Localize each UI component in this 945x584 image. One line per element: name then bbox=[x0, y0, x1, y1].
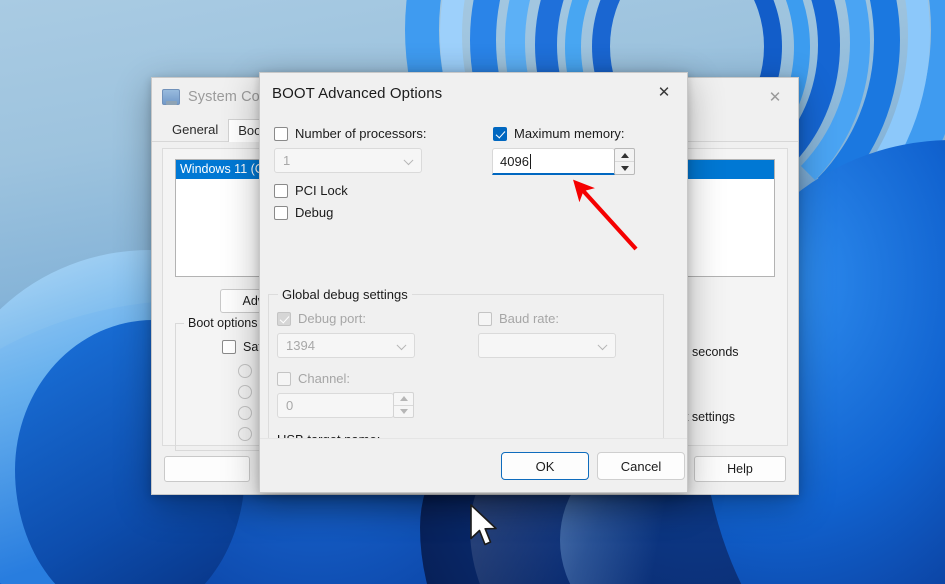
boot-options-legend: Boot options bbox=[184, 316, 262, 330]
boot-advanced-body: Number of processors: 1 Maximum memory: … bbox=[260, 113, 687, 484]
maximum-memory-value: 4096 bbox=[500, 153, 529, 169]
number-of-processors-checkbox[interactable] bbox=[274, 126, 288, 141]
baud-rate-checkbox[interactable] bbox=[478, 311, 492, 326]
safe-boot-checkbox[interactable] bbox=[222, 340, 236, 354]
tab-general[interactable]: General bbox=[162, 118, 228, 141]
channel-value: 0 bbox=[286, 398, 294, 413]
timeout-seconds-label: seconds bbox=[692, 345, 739, 359]
radio-active-directory[interactable] bbox=[238, 406, 252, 420]
baud-rate-row[interactable]: Baud rate: bbox=[478, 311, 559, 326]
debug-checkbox[interactable] bbox=[274, 205, 288, 220]
number-of-processors-dropdown[interactable]: 1 bbox=[274, 148, 422, 173]
maximum-memory-input[interactable]: 4096 bbox=[492, 148, 615, 175]
mouse-cursor bbox=[470, 504, 497, 546]
cancel-button[interactable]: Cancel bbox=[597, 452, 685, 480]
ok-button[interactable]: OK bbox=[501, 452, 589, 480]
chevron-down-icon bbox=[396, 339, 407, 350]
boot-advanced-titlebar[interactable]: BOOT Advanced Options ✕ bbox=[260, 73, 687, 113]
maximum-memory-stepper[interactable] bbox=[614, 148, 635, 175]
debug-label: Debug bbox=[295, 205, 334, 220]
channel-input[interactable]: 0 bbox=[277, 393, 394, 418]
debug-port-row[interactable]: Debug port: bbox=[277, 311, 366, 326]
close-icon[interactable]: ✕ bbox=[641, 73, 687, 110]
dialog-footer: OK Cancel bbox=[260, 438, 687, 492]
debug-port-value: 1394 bbox=[286, 338, 315, 353]
baud-rate-dropdown[interactable] bbox=[478, 333, 616, 358]
global-debug-settings-legend: Global debug settings bbox=[278, 287, 412, 302]
system-configuration-icon bbox=[162, 89, 180, 105]
pci-lock-label: PCI Lock bbox=[295, 183, 348, 198]
dialog-title: BOOT Advanced Options bbox=[272, 84, 443, 102]
channel-row[interactable]: Channel: bbox=[277, 371, 350, 386]
help-button[interactable]: Help bbox=[694, 456, 786, 482]
baud-rate-label: Baud rate: bbox=[499, 311, 559, 326]
stepper-up-icon[interactable] bbox=[394, 393, 413, 405]
radio-minimal[interactable] bbox=[238, 364, 252, 378]
boot-advanced-options-dialog[interactable]: BOOT Advanced Options ✕ Number of proces… bbox=[259, 72, 688, 493]
desktop: System Confi ✕ General Boot S Windows 11… bbox=[0, 0, 945, 584]
channel-checkbox[interactable] bbox=[277, 371, 291, 386]
close-icon[interactable]: ✕ bbox=[752, 78, 798, 115]
stepper-down-icon[interactable] bbox=[394, 406, 413, 418]
channel-label: Channel: bbox=[298, 371, 351, 386]
debug-port-dropdown[interactable]: 1394 bbox=[277, 333, 415, 358]
maximum-memory-label: Maximum memory: bbox=[514, 126, 625, 141]
maximum-memory-checkbox[interactable] bbox=[493, 126, 507, 141]
debug-row[interactable]: Debug bbox=[274, 205, 333, 220]
number-of-processors-value: 1 bbox=[283, 153, 291, 168]
chevron-down-icon bbox=[403, 154, 414, 165]
channel-stepper[interactable] bbox=[393, 392, 414, 418]
pci-lock-row[interactable]: PCI Lock bbox=[274, 183, 348, 198]
debug-port-checkbox[interactable] bbox=[277, 311, 291, 326]
number-of-processors-row[interactable]: Number of processors: bbox=[274, 126, 427, 141]
stepper-down-icon[interactable] bbox=[615, 162, 634, 174]
chevron-down-icon bbox=[597, 339, 608, 350]
number-of-processors-label: Number of processors: bbox=[295, 126, 427, 141]
debug-port-label: Debug port: bbox=[298, 311, 366, 326]
pci-lock-checkbox[interactable] bbox=[274, 183, 288, 198]
text-caret bbox=[529, 153, 531, 169]
maximum-memory-row[interactable]: Maximum memory: bbox=[493, 126, 625, 141]
stepper-up-icon[interactable] bbox=[615, 149, 634, 161]
radio-network[interactable] bbox=[238, 427, 252, 441]
radio-alternate-shell[interactable] bbox=[238, 385, 252, 399]
syscfg-ok-button[interactable] bbox=[164, 456, 250, 482]
